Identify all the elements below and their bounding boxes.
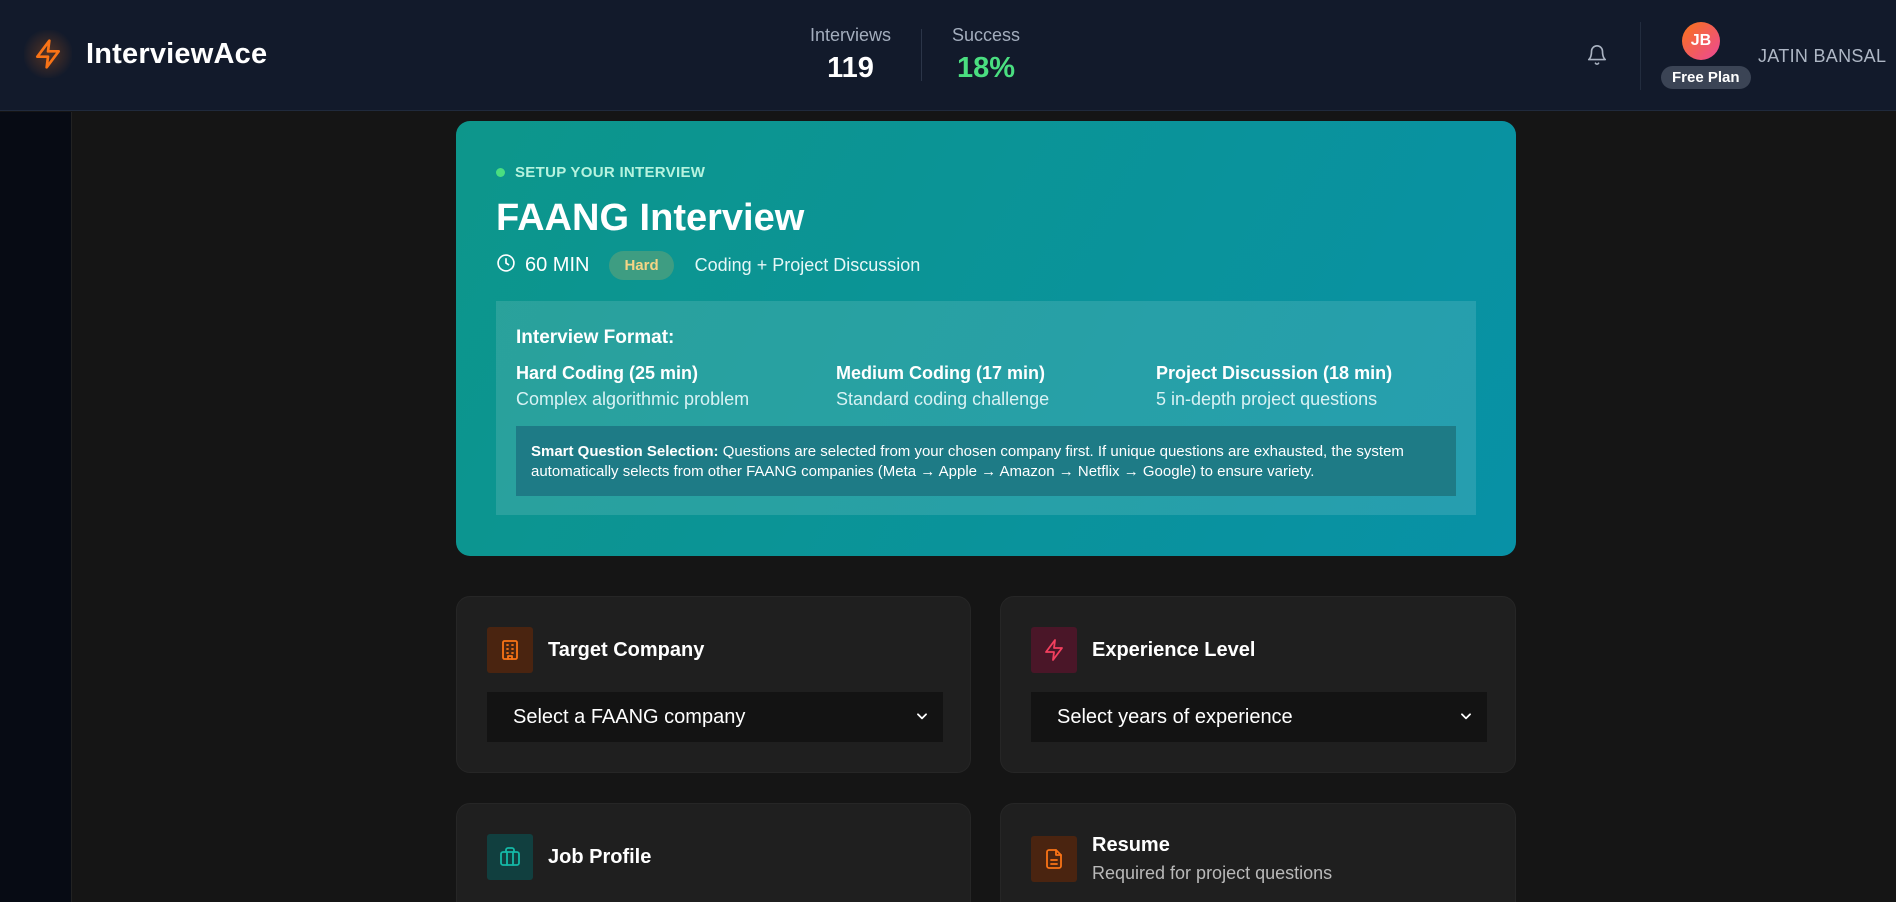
document-icon: [1031, 836, 1077, 882]
smart-selection-note: Smart Question Selection: Questions are …: [516, 426, 1456, 496]
stat-value: 119: [827, 52, 874, 84]
app-name: InterviewAce: [86, 37, 268, 70]
format-item: Project Discussion (18 min) 5 in-depth p…: [1156, 363, 1456, 410]
card-subtitle: Required for project questions: [1092, 863, 1333, 883]
stat-label: Success: [952, 25, 1021, 45]
bolt-icon: [1031, 627, 1077, 673]
plan-badge: Free Plan: [1661, 66, 1751, 89]
format-item: Hard Coding (25 min) Complex algorithmic…: [516, 363, 816, 410]
duration: 60 MIN: [496, 253, 589, 279]
card-header: Target Company: [487, 627, 704, 673]
format-item-title: Hard Coding (25 min): [516, 363, 699, 383]
interview-setup-card: SETUP YOUR INTERVIEW FAANG Interview 60 …: [456, 121, 1516, 556]
job-profile-card: Job Profile: [456, 803, 971, 902]
status-dot: [496, 168, 505, 177]
card-title: Experience Level: [1092, 638, 1256, 661]
format-title: Interview Format:: [516, 327, 675, 348]
difficulty-badge: Hard: [609, 251, 674, 280]
stat-interviews: Interviews 119: [810, 25, 921, 85]
format-item-title: Medium Coding (17 min): [836, 363, 1045, 383]
interview-subtitle: Coding + Project Discussion: [694, 255, 921, 275]
stats-summary: Interviews 119 Success 18%: [810, 25, 1020, 85]
experience-select[interactable]: Select years of experience: [1031, 692, 1487, 742]
top-navbar: InterviewAce Interviews 119 Success 18% …: [0, 0, 1896, 111]
stat-label: Interviews: [810, 25, 892, 45]
format-item-desc: 5 in-depth project questions: [1156, 389, 1378, 409]
target-company-card: Target Company Select a FAANG company: [456, 596, 971, 773]
setup-tag: SETUP YOUR INTERVIEW: [496, 164, 705, 181]
format-item: Medium Coding (17 min) Standard coding c…: [836, 363, 1136, 410]
stat-value: 18%: [957, 52, 1016, 84]
card-title: Target Company: [548, 638, 705, 661]
divider: [1640, 22, 1641, 90]
card-header: Job Profile: [487, 834, 651, 880]
format-item-desc: Standard coding challenge: [836, 389, 1050, 409]
resume-card: Resume Required for project questions: [1000, 803, 1516, 902]
user-name[interactable]: JATIN BANSAL: [1758, 46, 1886, 67]
format-item-title: Project Discussion (18 min): [1156, 363, 1393, 383]
briefcase-icon: [487, 834, 533, 880]
duration-label: 60 MIN: [525, 254, 590, 276]
stat-success: Success 18%: [922, 25, 1020, 85]
experience-level-card: Experience Level Select years of experie…: [1000, 596, 1516, 773]
bolt-icon: [24, 30, 72, 78]
card-header: Resume Required for project questions: [1031, 834, 1332, 884]
interview-format: Interview Format: Hard Coding (25 min) C…: [496, 301, 1476, 515]
chevron-down-icon: [915, 706, 929, 729]
format-item-desc: Complex algorithmic problem: [516, 389, 750, 409]
company-select[interactable]: Select a FAANG company: [487, 692, 943, 742]
card-title: Resume: [1092, 834, 1170, 856]
bell-icon[interactable]: [1584, 41, 1610, 69]
card-header: Experience Level: [1031, 627, 1255, 673]
avatar[interactable]: JB: [1682, 22, 1720, 60]
building-icon: [487, 627, 533, 673]
chevron-down-icon: [1459, 706, 1473, 729]
clock-icon: [496, 253, 516, 279]
interview-meta: 60 MIN Hard Coding + Project Discussion: [496, 251, 920, 280]
card-title: Job Profile: [548, 845, 652, 868]
app-logo[interactable]: InterviewAce: [24, 30, 267, 78]
smart-selection-label: Smart Question Selection:: [531, 443, 719, 460]
card-heading: Resume Required for project questions: [1092, 834, 1332, 884]
company-select-value: Select a FAANG company: [513, 705, 746, 728]
page-title: FAANG Interview: [496, 197, 805, 239]
setup-tag-label: SETUP YOUR INTERVIEW: [515, 164, 706, 181]
experience-select-value: Select years of experience: [1057, 705, 1293, 728]
sidebar: [0, 112, 72, 902]
